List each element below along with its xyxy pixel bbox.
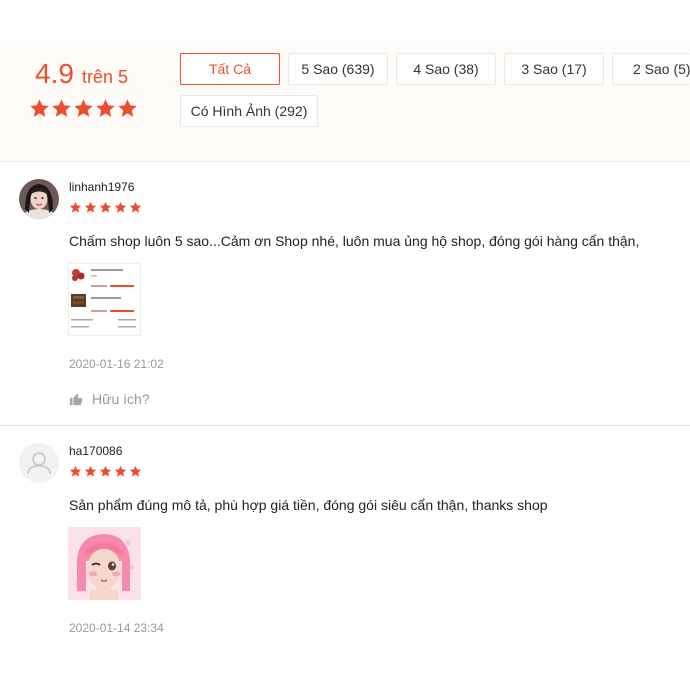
review-timestamp: 2020-01-16 21:02 (69, 357, 164, 371)
review-stars (69, 465, 142, 478)
review-photo-thumbnail[interactable] (68, 527, 141, 600)
filter-with-images[interactable]: Có Hình Ảnh (292) (180, 95, 318, 127)
review-stars (69, 201, 142, 214)
star-icon (118, 99, 137, 117)
thumbs-up-icon (69, 393, 83, 406)
score-suffix: trên 5 (81, 67, 128, 87)
rating-summary: 4.9 trên 5 Tất Cả 5 Sao (639) 4 Sao (38)… (0, 40, 690, 162)
star-icon (114, 465, 127, 477)
star-icon (69, 465, 82, 477)
helpful-button[interactable]: Hữu ích? (69, 391, 150, 407)
star-icon (96, 99, 115, 117)
star-icon (129, 465, 142, 477)
star-icon (69, 201, 82, 213)
review-username[interactable]: linhanh1976 (69, 180, 134, 194)
star-icon (99, 201, 112, 213)
filter-5-stars[interactable]: 5 Sao (639) (288, 53, 388, 85)
star-icon (99, 465, 112, 477)
overall-stars (29, 98, 138, 119)
star-icon (84, 465, 97, 477)
review-timestamp: 2020-01-14 23:34 (69, 621, 164, 635)
star-icon (114, 201, 127, 213)
review-item: linhanh1976 Chấm shop luôn 5 sao...Cảm ơ… (0, 163, 690, 426)
user-silhouette-icon (27, 452, 51, 475)
filter-2-stars[interactable]: 2 Sao (5) (612, 53, 690, 85)
avatar[interactable] (19, 443, 59, 483)
overall-score: 4.9 trên 5 (35, 58, 128, 90)
star-icon (52, 99, 71, 117)
helpful-label: Hữu ích? (92, 391, 150, 407)
filter-4-stars[interactable]: 4 Sao (38) (396, 53, 496, 85)
star-icon (129, 201, 142, 213)
star-icon (30, 99, 49, 117)
review-username[interactable]: ha170086 (69, 444, 122, 458)
review-comment: Sản phẩm đúng mô tả, phù hợp giá tiền, đ… (69, 497, 548, 513)
filter-3-stars[interactable]: 3 Sao (17) (504, 53, 604, 85)
star-icon (74, 99, 93, 117)
review-comment: Chấm shop luôn 5 sao...Cảm ơn Shop nhé, … (69, 233, 640, 249)
star-icon (84, 201, 97, 213)
avatar[interactable] (19, 179, 59, 219)
review-item: ha170086 Sản phẩm đúng mô tả, phù hợp gi… (0, 427, 690, 690)
filter-all[interactable]: Tất Cả (180, 53, 280, 85)
score-value: 4.9 (35, 58, 74, 89)
review-photo-thumbnail[interactable] (68, 263, 141, 336)
